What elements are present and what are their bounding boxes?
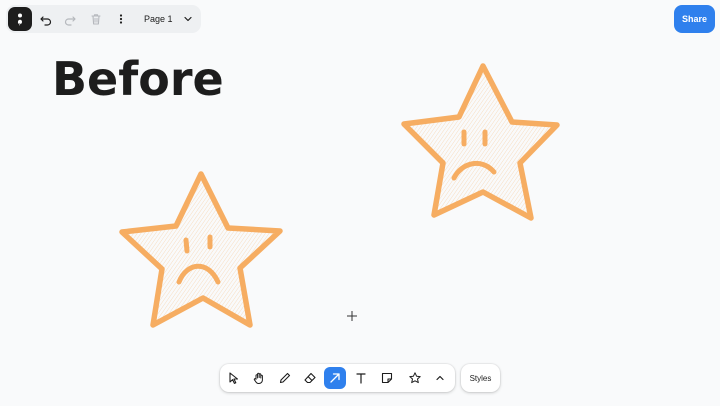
tool-shape[interactable]	[404, 367, 426, 389]
tool-hand[interactable]	[248, 367, 270, 389]
drawing-canvas[interactable]: Before	[0, 0, 720, 406]
arrow-icon	[330, 373, 340, 383]
pencil-icon	[279, 372, 291, 384]
chevron-up-icon	[436, 375, 444, 381]
tool-note[interactable]	[376, 367, 398, 389]
tool-draw[interactable]	[274, 367, 296, 389]
cursor-arrow-icon	[229, 372, 239, 384]
sticky-note-icon	[381, 372, 393, 384]
tool-more[interactable]	[429, 367, 451, 389]
crosshair-cursor-icon	[347, 311, 357, 321]
styles-button[interactable]: Styles	[461, 364, 500, 392]
tool-eraser[interactable]	[299, 367, 321, 389]
tool-arrow[interactable]	[324, 367, 346, 389]
bottom-toolbar	[220, 364, 455, 392]
star-sad-left[interactable]	[119, 171, 283, 328]
star-icon	[409, 372, 421, 384]
tool-text[interactable]	[350, 367, 372, 389]
eraser-icon	[304, 372, 316, 384]
hand-icon	[253, 372, 263, 384]
canvas-heading[interactable]: Before	[52, 52, 224, 106]
text-icon	[356, 373, 366, 384]
tool-select[interactable]	[223, 367, 245, 389]
star-sad-right[interactable]	[401, 63, 560, 221]
